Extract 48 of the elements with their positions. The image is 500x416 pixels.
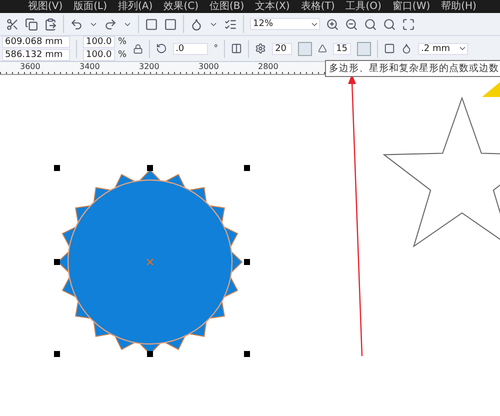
percent-label: % — [118, 50, 127, 60]
sharpness-field[interactable]: 15 — [333, 42, 352, 54]
menu-item[interactable]: 表格(T) — [300, 0, 335, 12]
y-position-field[interactable]: 586.132 mm — [2, 49, 70, 61]
gear-icon[interactable] — [255, 43, 266, 54]
undo-icon[interactable] — [70, 18, 83, 30]
triangle-icon[interactable] — [318, 44, 328, 53]
menu-item[interactable]: 位图(B) — [209, 0, 244, 12]
menu-item[interactable]: 效果(C) — [164, 0, 198, 12]
search-icon[interactable] — [383, 18, 396, 30]
caret-icon — [458, 44, 468, 53]
mirror-icon[interactable] — [231, 43, 242, 54]
rotation-field[interactable]: .0 — [172, 42, 208, 54]
menu-item[interactable]: 视图(V) — [28, 0, 63, 12]
ruler-label: 2800 — [258, 62, 280, 72]
scale-y-field[interactable]: 100.0 — [83, 49, 115, 61]
ruler-label: 3400 — [80, 62, 101, 72]
menu-item[interactable]: 窗口(W) — [392, 0, 430, 12]
search-icon[interactable] — [364, 18, 377, 30]
lock-icon[interactable] — [132, 44, 143, 54]
checklist-icon[interactable] — [224, 18, 237, 30]
ruler-label: 3600 — [20, 62, 42, 72]
menu-item[interactable]: 工具(O) — [346, 0, 382, 12]
ruler-label: 3200 — [139, 62, 160, 72]
zoom-dropdown[interactable]: 12% — [250, 18, 320, 30]
percent-label: % — [118, 37, 127, 47]
points-field[interactable]: 20 — [272, 42, 292, 54]
zoom-out-icon[interactable] — [345, 18, 358, 30]
scissors-icon[interactable] — [6, 18, 19, 30]
menu-item[interactable]: 帮助(H) — [441, 0, 476, 12]
redo-icon[interactable] — [104, 18, 117, 30]
corner-triangle-icon — [482, 82, 500, 97]
paste-icon[interactable] — [44, 18, 57, 30]
color-icon[interactable] — [190, 18, 203, 30]
outline-width-dropdown[interactable]: .2 mm — [418, 42, 468, 54]
pen-icon[interactable] — [401, 43, 412, 54]
ruler-label: 3000 — [198, 62, 220, 72]
zoom-in-icon[interactable] — [326, 18, 339, 30]
menu-item[interactable]: 排列(A) — [118, 0, 153, 12]
rotate-icon[interactable] — [156, 43, 167, 54]
scale-x-field[interactable]: 100.0 — [83, 36, 115, 48]
menu-item[interactable]: 文本(X) — [255, 0, 290, 12]
degree-label: ° — [214, 44, 218, 54]
copy-icon[interactable] — [25, 18, 38, 30]
menu-item[interactable]: 版面(L) — [74, 0, 108, 12]
tooltip: 多边形、星形和复杂星形的点数或边数 — [325, 60, 500, 77]
zoom-page-icon[interactable] — [402, 18, 415, 30]
x-position-field[interactable]: 609.068 mm — [2, 36, 70, 48]
